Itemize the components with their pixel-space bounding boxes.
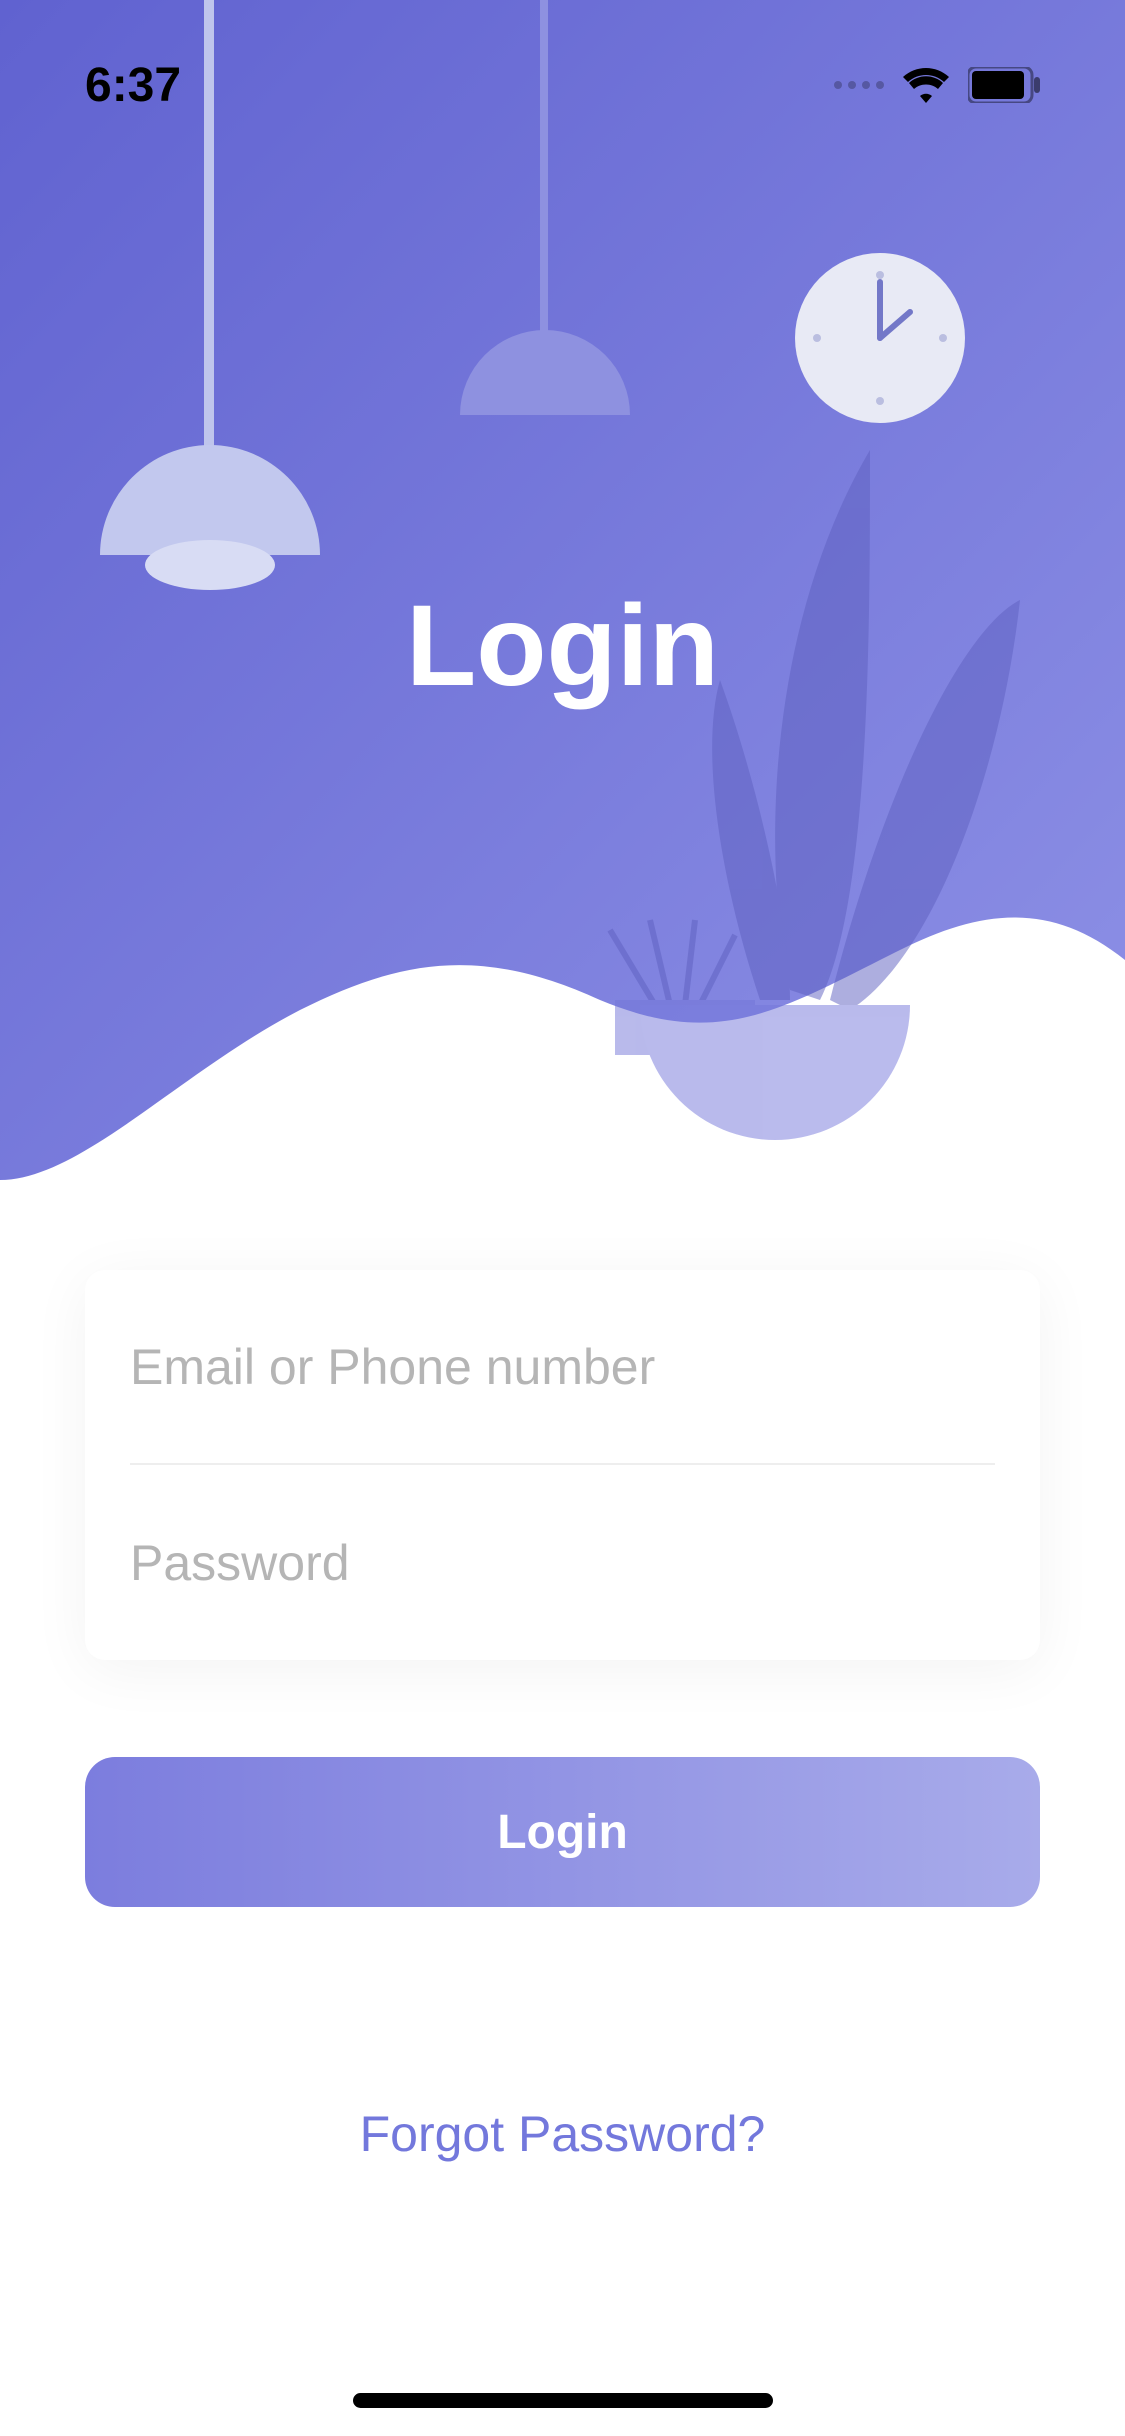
clock-icon (795, 253, 965, 423)
email-field[interactable] (130, 1338, 995, 1396)
status-icons-group (834, 67, 1040, 103)
email-input-group (130, 1270, 995, 1465)
battery-icon (968, 67, 1040, 103)
home-indicator (353, 2393, 773, 2408)
login-button[interactable]: Login (85, 1757, 1040, 1907)
status-bar: 6:37 (0, 45, 1125, 125)
login-button-label: Login (497, 1805, 628, 1860)
status-time: 6:37 (85, 58, 181, 113)
page-title: Login (406, 580, 719, 712)
password-input-group (130, 1465, 995, 1660)
login-form-card (85, 1270, 1040, 1660)
forgot-password-link[interactable]: Forgot Password? (360, 2105, 766, 2163)
password-field[interactable] (130, 1534, 995, 1592)
cellular-dots-icon (834, 81, 884, 89)
wifi-icon (902, 67, 950, 103)
